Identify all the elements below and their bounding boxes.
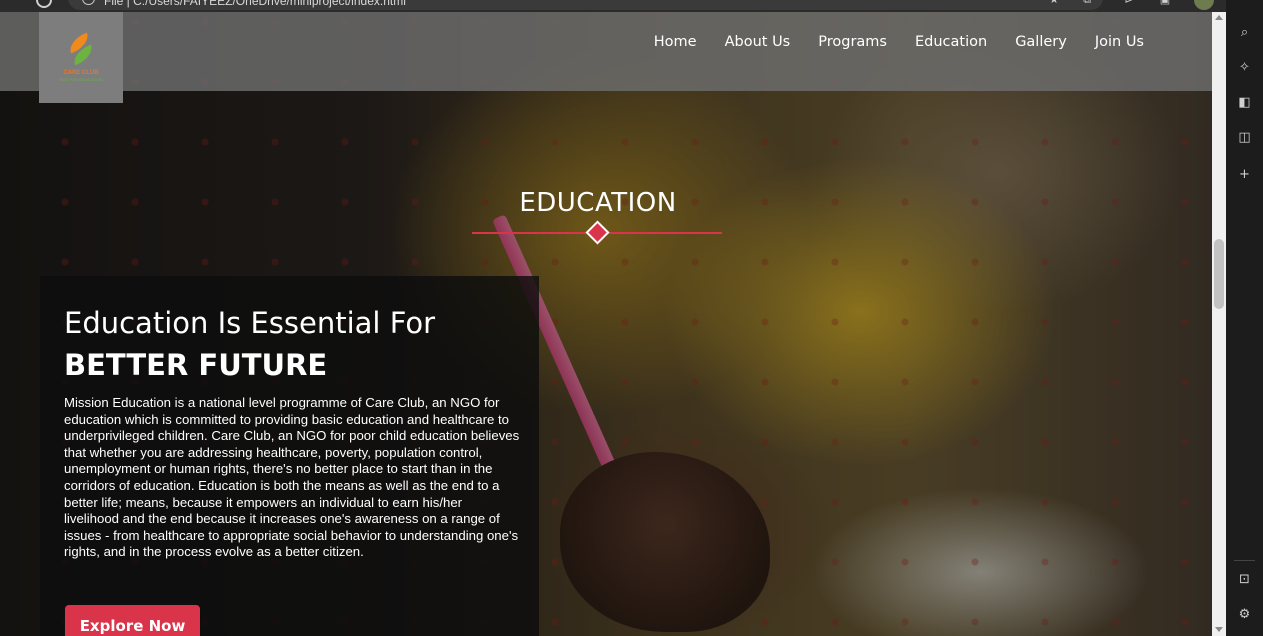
site-header: CARE CLUB NGO FOR EDUCATION Home About U… <box>0 12 1212 103</box>
sidebar-divider <box>1234 560 1255 561</box>
office-icon[interactable]: ◧ <box>1237 95 1252 110</box>
content-panel: Education Is Essential For BETTER FUTURE… <box>40 276 539 636</box>
page-viewport: CARE CLUB NGO FOR EDUCATION Home About U… <box>0 12 1212 636</box>
favorites-icon[interactable]: ★ <box>1048 0 1060 6</box>
collections-icon[interactable]: ⧉ <box>1081 0 1093 6</box>
settings-icon[interactable]: ⚙ <box>1237 607 1252 622</box>
scroll-up-arrow-icon[interactable] <box>1215 15 1223 20</box>
add-icon[interactable]: + <box>1237 167 1252 182</box>
nav-join-us[interactable]: Join Us <box>1095 34 1144 50</box>
section-title: EDUCATION <box>519 188 677 218</box>
tabs-icon[interactable]: ▣ <box>1159 0 1171 6</box>
extensions-icon[interactable]: ⊳ <box>1123 0 1135 6</box>
outlook-icon[interactable]: ◫ <box>1237 130 1252 145</box>
heading-light: Education Is Essential For <box>64 306 436 340</box>
back-icon[interactable] <box>36 0 52 8</box>
nav-home[interactable]: Home <box>654 34 697 50</box>
logo-leaf-icon <box>66 32 96 68</box>
profile-avatar[interactable] <box>1194 0 1214 10</box>
page-scrollbar[interactable] <box>1212 12 1226 636</box>
nav-education[interactable]: Education <box>915 34 987 50</box>
browser-sidebar: ⌕ ✧ ◧ ◫ + ⊡ ⚙ <box>1226 0 1263 636</box>
browser-toolbar: File | C:/Users/FAIYEEZ/OneDrive/minipro… <box>0 0 1263 12</box>
nav-gallery[interactable]: Gallery <box>1015 34 1067 50</box>
search-icon[interactable]: ⌕ <box>1237 25 1252 40</box>
explore-now-button[interactable]: Explore Now <box>65 605 200 636</box>
logo-subtext: NGO FOR EDUCATION <box>59 76 103 82</box>
heading-bold: BETTER FUTURE <box>64 348 328 382</box>
sidebar-toggle-icon[interactable]: ⊡ <box>1237 572 1252 587</box>
logo[interactable]: CARE CLUB NGO FOR EDUCATION <box>39 12 123 103</box>
url-text[interactable]: File | C:/Users/FAIYEEZ/OneDrive/minipro… <box>104 0 406 8</box>
body-text: Mission Education is a national level pr… <box>64 395 520 560</box>
sparkle-icon[interactable]: ✧ <box>1237 60 1252 75</box>
main-nav: Home About Us Programs Education Gallery… <box>654 34 1144 50</box>
scroll-down-arrow-icon[interactable] <box>1215 627 1223 632</box>
scroll-thumb[interactable] <box>1214 239 1224 309</box>
logo-text: CARE CLUB <box>63 69 99 76</box>
nav-about-us[interactable]: About Us <box>725 34 791 50</box>
nav-programs[interactable]: Programs <box>818 34 887 50</box>
